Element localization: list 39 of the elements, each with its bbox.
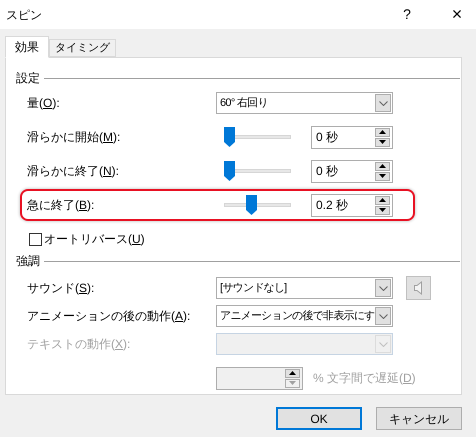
- field-label: 量(O):: [27, 95, 61, 112]
- field-label: 急に終了(B):: [27, 197, 96, 214]
- spin-down-icon[interactable]: [375, 138, 390, 146]
- field-label: テキストの動作(X):: [27, 336, 132, 353]
- slider[interactable]: [224, 195, 291, 215]
- speaker-icon: [414, 281, 424, 295]
- slider-thumb[interactable]: [224, 161, 235, 181]
- speaker-button[interactable]: [406, 276, 431, 300]
- tab[interactable]: 効果: [5, 36, 49, 58]
- slider[interactable]: [224, 127, 291, 147]
- checkbox-label: オートリバース(U): [44, 231, 145, 248]
- spin-up-icon[interactable]: [375, 128, 390, 136]
- slider[interactable]: [224, 161, 291, 181]
- field-label: 滑らかに開始(M):: [27, 129, 122, 146]
- window-title: スピン: [5, 6, 43, 24]
- spin-down-icon[interactable]: [375, 172, 390, 180]
- dialog-button[interactable]: キャンセル: [376, 407, 462, 430]
- spin-field[interactable]: 0.2 秒: [311, 194, 393, 216]
- field-label: % 文字間で遅延(D): [313, 370, 416, 387]
- field-label: アニメーションの後の動作(A):: [27, 308, 192, 325]
- section-heading: 設定: [16, 70, 40, 87]
- slider-thumb[interactable]: [246, 195, 258, 215]
- dialog-button[interactable]: OK: [276, 407, 362, 430]
- spin-field[interactable]: 0 秒: [311, 160, 393, 182]
- spin-up-icon[interactable]: [375, 196, 390, 204]
- field-label: サウンド(S):: [27, 280, 96, 297]
- dropdown[interactable]: アニメーションの後で非表示にす: [216, 305, 393, 327]
- dropdown[interactable]: [サウンドなし]: [216, 277, 393, 299]
- tab[interactable]: タイミング: [49, 39, 116, 57]
- dropdown[interactable]: 60° 右回り: [216, 92, 393, 114]
- section-heading: 強調: [16, 253, 40, 270]
- field-label: 滑らかに終了(N):: [27, 163, 120, 180]
- spin-down-icon[interactable]: [375, 206, 390, 214]
- checkbox[interactable]: [29, 232, 42, 246]
- help-button[interactable]: ?: [397, 4, 417, 24]
- spin-up-icon[interactable]: [375, 162, 390, 170]
- close-button[interactable]: ×: [445, 2, 469, 26]
- slider-thumb[interactable]: [224, 127, 235, 147]
- spin-field[interactable]: 0 秒: [311, 126, 393, 148]
